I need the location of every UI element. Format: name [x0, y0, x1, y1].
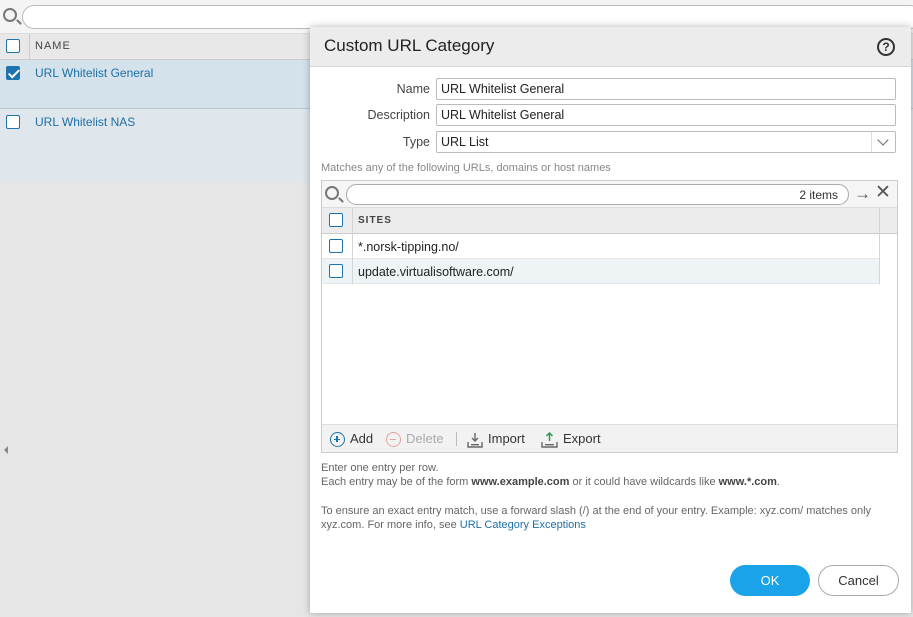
- toolbar-divider: [456, 432, 457, 446]
- search-icon[interactable]: [325, 186, 339, 200]
- clear-filter-close-icon[interactable]: ✕: [875, 183, 891, 202]
- description-input[interactable]: URL Whitelist General: [436, 104, 896, 126]
- description-row: Description URL Whitelist General: [310, 104, 911, 126]
- column-divider: [879, 208, 880, 284]
- apply-filter-arrow-icon[interactable]: →: [854, 185, 871, 202]
- column-header-sites[interactable]: SITES: [358, 215, 392, 226]
- type-row: Type URL List: [310, 131, 911, 153]
- minus-icon: [386, 432, 401, 448]
- add-label: Add: [350, 431, 374, 446]
- import-icon: [467, 432, 483, 448]
- exact-match-text: To ensure an exact entry match, use a fo…: [321, 505, 872, 531]
- sites-panel: 2 items → ✕ SITES *.norsk-tipping.no/ up…: [321, 180, 898, 453]
- add-button[interactable]: Add: [330, 431, 374, 448]
- site-entry[interactable]: update.virtualisoftware.com/: [358, 265, 514, 279]
- name-row: Name URL Whitelist General: [310, 78, 911, 100]
- row-checkbox[interactable]: [6, 115, 20, 129]
- row-link[interactable]: URL Whitelist General: [35, 66, 153, 80]
- select-divider: [871, 132, 872, 152]
- description-label: Description: [367, 108, 430, 122]
- select-all-sites-checkbox[interactable]: [329, 213, 343, 227]
- select-all-checkbox[interactable]: [6, 39, 20, 53]
- hint-example: www.example.com: [471, 476, 570, 488]
- row-link[interactable]: URL Whitelist NAS: [35, 115, 135, 129]
- hint-text: Each entry may be of the form: [321, 476, 472, 488]
- sites-search-input[interactable]: 2 items: [346, 184, 849, 205]
- export-icon: [541, 431, 558, 448]
- table-row[interactable]: *.norsk-tipping.no/: [322, 234, 880, 259]
- site-row-checkbox[interactable]: [329, 264, 343, 278]
- site-entry[interactable]: *.norsk-tipping.no/: [358, 240, 459, 254]
- chevron-down-icon[interactable]: [877, 134, 889, 146]
- cancel-button[interactable]: Cancel: [818, 565, 899, 596]
- background-search-input[interactable]: [22, 5, 913, 29]
- hint-text: or it could have wildcards like: [569, 476, 719, 488]
- export-button[interactable]: Export: [541, 431, 601, 448]
- delete-button[interactable]: Delete: [386, 431, 444, 448]
- hint-text: .: [776, 476, 780, 488]
- custom-url-category-dialog: Custom URL Category ? Name URL Whitelist…: [310, 27, 911, 613]
- column-divider: [352, 208, 353, 284]
- entry-format-hint: Enter one entry per row. Each entry may …: [321, 461, 881, 489]
- sites-search-bar: 2 items → ✕: [322, 181, 897, 208]
- column-header-name[interactable]: NAME: [35, 40, 71, 52]
- site-row-checkbox[interactable]: [329, 239, 343, 253]
- table-row[interactable]: update.virtualisoftware.com/: [322, 259, 880, 284]
- plus-icon: [330, 432, 345, 448]
- dialog-title-bar: Custom URL Category ?: [310, 27, 911, 67]
- type-select-value: URL List: [441, 135, 489, 149]
- delete-label: Delete: [406, 431, 444, 446]
- hint-line-1: Enter one entry per row.: [321, 462, 439, 474]
- hint-line-2: Each entry may be of the form www.exampl…: [321, 475, 881, 489]
- collapse-handle[interactable]: [0, 430, 8, 470]
- help-icon[interactable]: ?: [877, 38, 895, 56]
- matches-hint: Matches any of the following URLs, domai…: [321, 162, 611, 174]
- search-icon[interactable]: [3, 8, 17, 22]
- dialog-title: Custom URL Category: [324, 36, 495, 55]
- import-button[interactable]: Import: [467, 431, 525, 448]
- name-input[interactable]: URL Whitelist General: [436, 78, 896, 100]
- ok-button[interactable]: OK: [730, 565, 810, 596]
- type-select[interactable]: URL List: [436, 131, 896, 153]
- export-label: Export: [563, 431, 601, 446]
- url-category-exceptions-link[interactable]: URL Category Exceptions: [460, 519, 586, 531]
- hint-example: www.*.com: [718, 476, 777, 488]
- exact-match-hint: To ensure an exact entry match, use a fo…: [321, 504, 881, 532]
- sites-table-header: SITES: [322, 208, 897, 234]
- name-label: Name: [396, 82, 430, 96]
- sites-toolbar: Add Delete Import Export: [322, 424, 897, 452]
- row-checkbox[interactable]: [6, 66, 20, 80]
- import-label: Import: [488, 431, 525, 446]
- type-label: Type: [402, 135, 430, 149]
- item-count: 2 items: [799, 188, 838, 202]
